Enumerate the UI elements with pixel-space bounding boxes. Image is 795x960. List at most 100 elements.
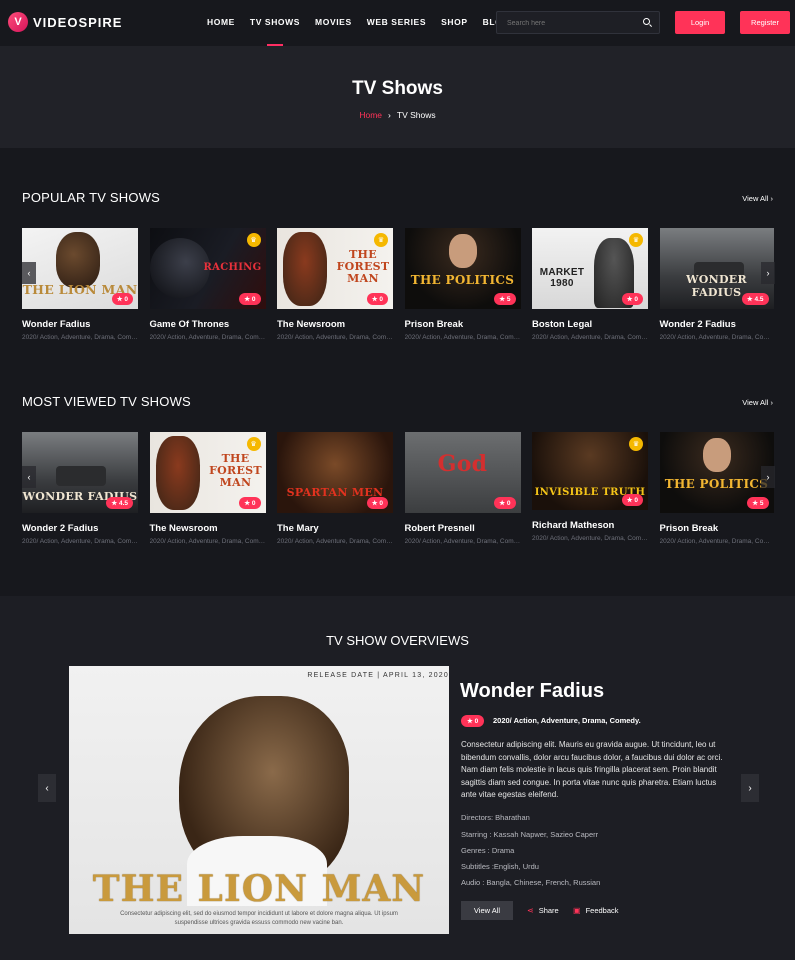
show-thumbnail[interactable]: THE FOREST MAN ♛ ★ 0 [277, 228, 393, 309]
nav-web-series[interactable]: WEB SERIES [367, 0, 426, 46]
nav-movies[interactable]: MOVIES [315, 0, 352, 46]
main-nav: HOME TV SHOWS MOVIES WEB SERIES SHOP BLO… [207, 0, 525, 46]
view-all-link[interactable]: View All › [742, 194, 773, 203]
overview-poster: RELEASE DATE | APRIL 13, 2020 THE LION M… [69, 666, 449, 934]
overview-next-arrow-icon[interactable]: › [741, 774, 759, 802]
show-card[interactable]: THE FOREST MAN ♛ ★ 0 The Newsroom 2020/ … [277, 228, 393, 341]
logo[interactable]: V VIDEOSPIRE [8, 12, 122, 32]
show-title: Wonder Fadius [460, 680, 605, 702]
section-title: TV SHOW OVERVIEWS [326, 633, 469, 648]
show-thumbnail[interactable]: THE POLITICS ★ 5 [404, 228, 521, 309]
rating-value: 0 [251, 296, 256, 303]
rating-value: 5 [506, 296, 511, 303]
breadcrumb-home[interactable]: Home [359, 110, 382, 120]
show-thumbnail[interactable]: God ★ 0 [404, 432, 521, 513]
view-all-button[interactable]: View All [461, 901, 513, 920]
search-icon[interactable] [643, 18, 650, 25]
register-button[interactable]: Register [740, 11, 790, 34]
carousel-prev-arrow-icon[interactable]: ‹ [22, 262, 36, 284]
premium-crown-icon: ♛ [246, 233, 261, 247]
show-name[interactable]: The Mary [277, 523, 393, 534]
feedback-button[interactable]: ▣ Feedback [573, 906, 619, 915]
show-audio: Audio : Bangla, Chinese, French, Russian [461, 878, 601, 887]
show-card[interactable]: THE LION MAN ★ 0 Wonder Fadius 2020/ Act… [22, 228, 138, 341]
show-card[interactable]: WONDER FADIUS ★ 4.5 Wonder 2 Fadius 2020… [659, 228, 774, 341]
rating-badge: ★ 5 [494, 293, 516, 305]
show-subtitles: Subtitles :English, Urdu [461, 862, 539, 871]
show-meta: 2020/ Action, Adventure, Drama, Comedy [404, 538, 521, 545]
show-name[interactable]: Robert Presnell [405, 523, 521, 534]
show-thumbnail[interactable]: WONDER FADIUS ★ 4.5 [22, 432, 138, 513]
show-name[interactable]: Wonder 2 Fadius [22, 523, 138, 534]
rating-badge: ★ 0 [239, 293, 261, 305]
show-meta: 2020/ Action, Adventure, Drama, Comedy [277, 538, 393, 545]
show-thumbnail[interactable]: THE FOREST MAN ♛ ★ 0 [149, 432, 266, 513]
rating-badge: ★ 0 [621, 494, 643, 506]
show-name[interactable]: Wonder 2 Fadius [660, 319, 774, 330]
rating-value: 0 [634, 296, 638, 303]
login-button[interactable]: Login [675, 11, 725, 34]
show-card[interactable]: INVISIBLE TRUTH ♛ ★ 0 Richard Matheson 2… [532, 432, 648, 545]
poster-title: THE LION MAN [92, 868, 426, 910]
nav-home[interactable]: HOME [207, 0, 235, 46]
view-all-label: View All [742, 398, 769, 407]
show-card[interactable]: THE FOREST MAN ♛ ★ 0 The Newsroom 2020/ … [149, 432, 266, 545]
card-row: THE LION MAN ★ 0 Wonder Fadius 2020/ Act… [22, 228, 774, 341]
show-name[interactable]: Wonder Fadius [22, 319, 138, 330]
show-meta: 2020/ Action, Adventure, Drama, Comedy [404, 334, 521, 341]
show-thumbnail[interactable]: WONDER FADIUS ★ 4.5 [659, 228, 774, 309]
show-name[interactable]: Richard Matheson [532, 520, 648, 531]
show-card[interactable]: SPARTAN MEN ★ 0 The Mary 2020/ Action, A… [277, 432, 393, 545]
show-thumbnail[interactable]: SPARTAN MEN ★ 0 [277, 432, 393, 513]
rating-badge: ★ 0 [461, 715, 485, 727]
view-all-link[interactable]: View All › [742, 398, 773, 407]
show-card[interactable]: RACHING ♛ ★ 0 Game Of Thrones 2020/ Acti… [149, 228, 266, 341]
show-thumbnail[interactable]: INVISIBLE TRUTH ♛ ★ 0 [532, 432, 648, 510]
section-title: MOST VIEWED TV SHOWS [22, 394, 191, 409]
nav-shop[interactable]: SHOP [441, 0, 468, 46]
rating-value: 0 [379, 296, 383, 303]
carousel-next-arrow-icon[interactable]: › [761, 262, 775, 284]
show-name[interactable]: Game Of Thrones [150, 319, 266, 330]
show-name[interactable]: The Newsroom [150, 523, 266, 534]
show-thumbnail[interactable]: THE POLITICS ★ 5 [659, 432, 774, 513]
popular-section: POPULAR TV SHOWS View All › THE LION MAN… [0, 148, 795, 372]
show-name[interactable]: The Newsroom [277, 319, 393, 330]
carousel-next-arrow-icon[interactable]: › [761, 466, 775, 488]
show-card[interactable]: THE POLITICS ★ 5 Prison Break 2020/ Acti… [659, 432, 774, 545]
show-card[interactable]: MARKET 1980 ♛ ★ 0 Boston Legal 2020/ Act… [532, 228, 648, 341]
show-name[interactable]: Prison Break [660, 523, 774, 534]
premium-crown-icon: ♛ [629, 437, 643, 451]
overview-prev-arrow-icon[interactable]: ‹ [38, 774, 56, 802]
share-button[interactable]: ⋖ Share [527, 906, 559, 915]
overview-section: TV SHOW OVERVIEWS ‹ RELEASE DATE | APRIL… [0, 596, 795, 960]
show-card[interactable]: THE POLITICS ★ 5 Prison Break 2020/ Acti… [404, 228, 521, 341]
show-thumbnail[interactable]: RACHING ♛ ★ 0 [149, 228, 266, 309]
poster-title: THE POLITICS [664, 477, 769, 491]
show-meta: 2020/ Action, Adventure, Drama, Comedy [277, 334, 393, 341]
rating-badge: ★ 0 [494, 497, 516, 509]
feedback-label: Feedback [585, 906, 619, 915]
rating-badge: ★ 0 [111, 293, 133, 305]
poster-title: MARKET 1980 [539, 267, 585, 289]
rating-value: 0 [506, 500, 511, 507]
release-date: RELEASE DATE | APRIL 13, 2020 [307, 672, 449, 679]
rating-value: 0 [251, 500, 256, 507]
show-name[interactable]: Prison Break [405, 319, 521, 330]
show-name[interactable]: Boston Legal [532, 319, 648, 330]
show-card[interactable]: God ★ 0 Robert Presnell 2020/ Action, Ad… [404, 432, 521, 545]
share-icon: ⋖ [527, 906, 534, 915]
carousel-prev-arrow-icon[interactable]: ‹ [22, 466, 36, 488]
show-thumbnail[interactable]: THE LION MAN ★ 0 [22, 228, 138, 309]
show-card[interactable]: WONDER FADIUS ★ 4.5 Wonder 2 Fadius 2020… [22, 432, 138, 545]
brand-name: VIDEOSPIRE [33, 14, 123, 30]
most-viewed-section: MOST VIEWED TV SHOWS View All › WONDER F… [0, 372, 795, 596]
breadcrumb: Home › TV Shows [0, 110, 795, 120]
show-thumbnail[interactable]: MARKET 1980 ♛ ★ 0 [532, 228, 648, 309]
poster-title: RACHING [203, 262, 262, 273]
search-input[interactable] [497, 13, 637, 34]
poster-title: God [437, 451, 488, 477]
rating-badge: ★ 0 [239, 497, 261, 509]
view-all-label: View All [742, 194, 769, 203]
nav-tv-shows[interactable]: TV SHOWS [250, 0, 300, 46]
